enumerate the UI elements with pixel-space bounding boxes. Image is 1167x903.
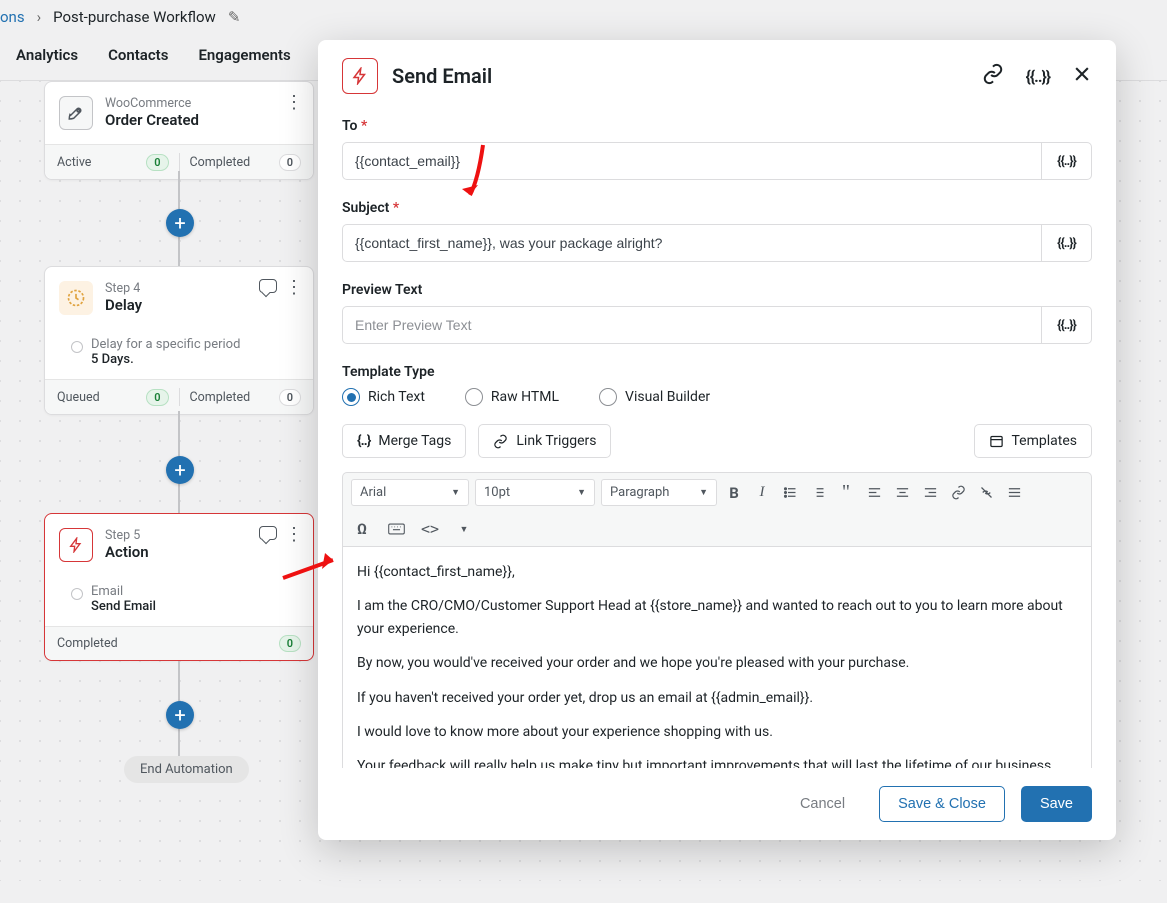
italic-icon[interactable]: I xyxy=(751,482,773,504)
editor-toolbar: Arial▼ 10pt▼ Paragraph▼ B I " Ω <> ▼ xyxy=(342,472,1092,546)
node-trigger[interactable]: WooCommerce Order Created ⋮ Active0 Comp… xyxy=(44,81,314,180)
menu-icon[interactable]: ⋮ xyxy=(285,526,303,544)
merge-tags-button[interactable]: {{..}} xyxy=(1042,224,1092,262)
tab-engagements[interactable]: Engagements xyxy=(198,46,290,64)
bolt-icon xyxy=(342,58,378,94)
subject-input[interactable] xyxy=(342,224,1042,262)
preview-label: Preview Text xyxy=(342,282,1092,298)
pencil-icon[interactable]: ✎ xyxy=(228,8,241,26)
breadcrumb: ons › Post-purchase Workflow ✎ xyxy=(0,0,1167,34)
code-icon[interactable]: <> xyxy=(419,518,441,540)
modal-title: Send Email xyxy=(392,64,492,88)
chevron-down-icon[interactable]: ▼ xyxy=(453,518,475,540)
menu-icon[interactable]: ⋮ xyxy=(285,94,303,112)
more-icon[interactable] xyxy=(1003,482,1025,504)
link-icon[interactable] xyxy=(982,63,1004,89)
quote-icon[interactable]: " xyxy=(835,482,857,504)
cancel-button[interactable]: Cancel xyxy=(782,787,863,821)
send-email-modal: Send Email {{..}} To * {{..}} Subject * … xyxy=(318,40,1116,840)
number-list-icon[interactable] xyxy=(807,482,829,504)
merge-tags-button[interactable]: {{..}} xyxy=(1042,142,1092,180)
tab-contacts[interactable]: Contacts xyxy=(108,46,168,64)
node-delay[interactable]: Step 4 Delay ⋮ Delay for a specific peri… xyxy=(44,266,314,415)
node-action[interactable]: Step 5 Action ⋮ Email Send Email Complet… xyxy=(44,513,314,661)
template-type-label: Template Type xyxy=(342,364,1092,380)
font-select[interactable]: Arial▼ xyxy=(351,479,469,506)
menu-icon[interactable]: ⋮ xyxy=(285,279,303,297)
keyboard-icon[interactable] xyxy=(385,518,407,540)
save-close-button[interactable]: Save & Close xyxy=(879,786,1005,822)
radio-raw-html[interactable]: Raw HTML xyxy=(465,388,559,406)
tab-analytics[interactable]: Analytics xyxy=(16,46,78,64)
paragraph-select[interactable]: Paragraph▼ xyxy=(601,479,717,506)
node-title: Order Created xyxy=(105,111,199,129)
to-input[interactable] xyxy=(342,142,1042,180)
preview-input[interactable] xyxy=(342,306,1042,344)
add-step-button[interactable]: + xyxy=(166,209,194,237)
bold-icon[interactable]: B xyxy=(723,482,745,504)
link-icon[interactable] xyxy=(947,482,969,504)
end-automation: End Automation xyxy=(124,756,249,783)
clock-icon xyxy=(59,281,93,315)
link-triggers-button[interactable]: Link Triggers xyxy=(478,424,611,458)
templates-button[interactable]: Templates xyxy=(974,424,1093,458)
add-step-button[interactable]: + xyxy=(166,701,194,729)
node-label: WooCommerce xyxy=(105,96,199,111)
align-center-icon[interactable] xyxy=(891,482,913,504)
chevron-right-icon: › xyxy=(37,8,42,26)
subject-label: Subject * xyxy=(342,200,1092,216)
breadcrumb-current: Post-purchase Workflow xyxy=(53,8,216,26)
save-button[interactable]: Save xyxy=(1021,786,1092,822)
radio-rich-text[interactable]: Rich Text xyxy=(342,388,425,406)
bolt-icon xyxy=(59,528,93,562)
merge-tags-button[interactable]: {{..}} xyxy=(1042,306,1092,344)
align-right-icon[interactable] xyxy=(919,482,941,504)
merge-tags-icon[interactable]: {{..}} xyxy=(1026,67,1050,86)
merge-tags-button[interactable]: {..}Merge Tags xyxy=(342,424,466,458)
size-select[interactable]: 10pt▼ xyxy=(475,479,595,506)
unlink-icon[interactable] xyxy=(975,482,997,504)
radio-visual[interactable]: Visual Builder xyxy=(599,388,710,406)
to-label: To * xyxy=(342,118,1092,134)
add-step-button[interactable]: + xyxy=(166,456,194,484)
comment-icon[interactable] xyxy=(259,279,277,293)
close-icon[interactable] xyxy=(1072,64,1092,88)
email-body-editor[interactable]: Hi {{contact_first_name}}, I am the CRO/… xyxy=(342,546,1092,768)
comment-icon[interactable] xyxy=(259,526,277,540)
align-left-icon[interactable] xyxy=(863,482,885,504)
breadcrumb-prev[interactable]: ons xyxy=(0,8,25,26)
bullet-list-icon[interactable] xyxy=(779,482,801,504)
omega-icon[interactable]: Ω xyxy=(351,518,373,540)
rocket-icon xyxy=(59,96,93,130)
